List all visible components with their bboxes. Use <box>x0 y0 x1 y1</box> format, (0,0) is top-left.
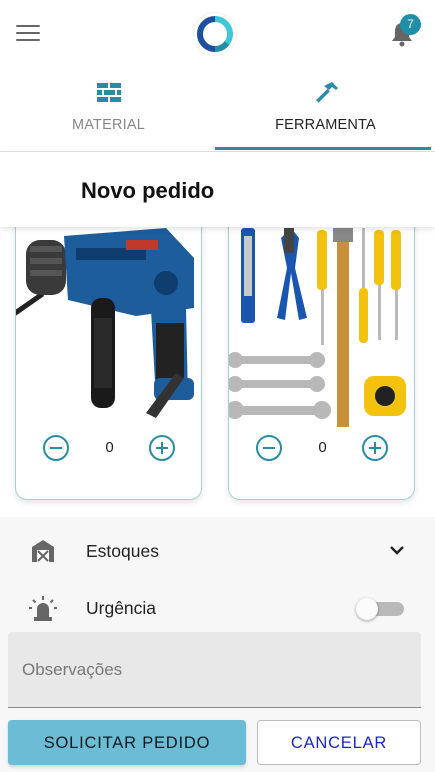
top-app-bar: 7 <box>0 0 435 68</box>
quantity-stepper: 0 <box>16 433 201 469</box>
increase-quantity-button[interactable] <box>149 435 175 461</box>
estoques-select[interactable]: Estoques <box>0 527 435 575</box>
tab-ferramenta[interactable]: FERRAMENTA <box>217 68 434 152</box>
siren-icon <box>28 594 58 622</box>
quantity-value: 0 <box>105 439 114 456</box>
quantity-stepper: 0 <box>229 433 414 469</box>
order-form: Estoques Urgência SOLICITAR PEDIDO CANCE… <box>0 517 435 772</box>
tab-material-label: MATERIAL <box>71 117 146 133</box>
notification-badge: 7 <box>400 14 421 35</box>
observacoes-input[interactable] <box>8 632 421 707</box>
category-tabs: MATERIAL FERRAMENTA <box>0 68 435 152</box>
product-card[interactable]: 0 <box>228 227 415 500</box>
urgencia-toggle[interactable] <box>356 598 404 620</box>
decrease-quantity-button[interactable] <box>43 435 69 461</box>
decrease-quantity-button[interactable] <box>256 435 282 461</box>
observacoes-field[interactable] <box>8 632 421 708</box>
solicitar-pedido-button[interactable]: SOLICITAR PEDIDO <box>8 720 246 765</box>
increase-quantity-button[interactable] <box>362 435 388 461</box>
cancelar-button[interactable]: CANCELAR <box>257 720 421 765</box>
brick-wall-icon <box>95 80 123 106</box>
tab-material[interactable]: MATERIAL <box>0 68 217 152</box>
quantity-value: 0 <box>318 439 327 456</box>
active-tab-indicator <box>215 147 431 150</box>
product-card[interactable]: 0 <box>15 227 202 500</box>
power-drill-image <box>16 228 201 428</box>
hamburger-icon[interactable] <box>16 25 40 42</box>
tool-set-image <box>229 228 414 428</box>
product-list: 0 0 <box>0 227 435 517</box>
page-title: Novo pedido <box>81 178 215 203</box>
hammer-icon <box>312 80 340 106</box>
estoques-label: Estoques <box>86 541 159 561</box>
urgencia-row: Urgência <box>0 584 435 632</box>
warehouse-icon <box>28 537 58 565</box>
app-logo <box>194 13 236 55</box>
urgencia-label: Urgência <box>86 598 157 618</box>
toggle-knob <box>356 598 378 620</box>
chevron-down-icon <box>388 543 406 557</box>
tab-ferramenta-label: FERRAMENTA <box>275 117 376 133</box>
page-header: Novo pedido <box>0 152 435 227</box>
